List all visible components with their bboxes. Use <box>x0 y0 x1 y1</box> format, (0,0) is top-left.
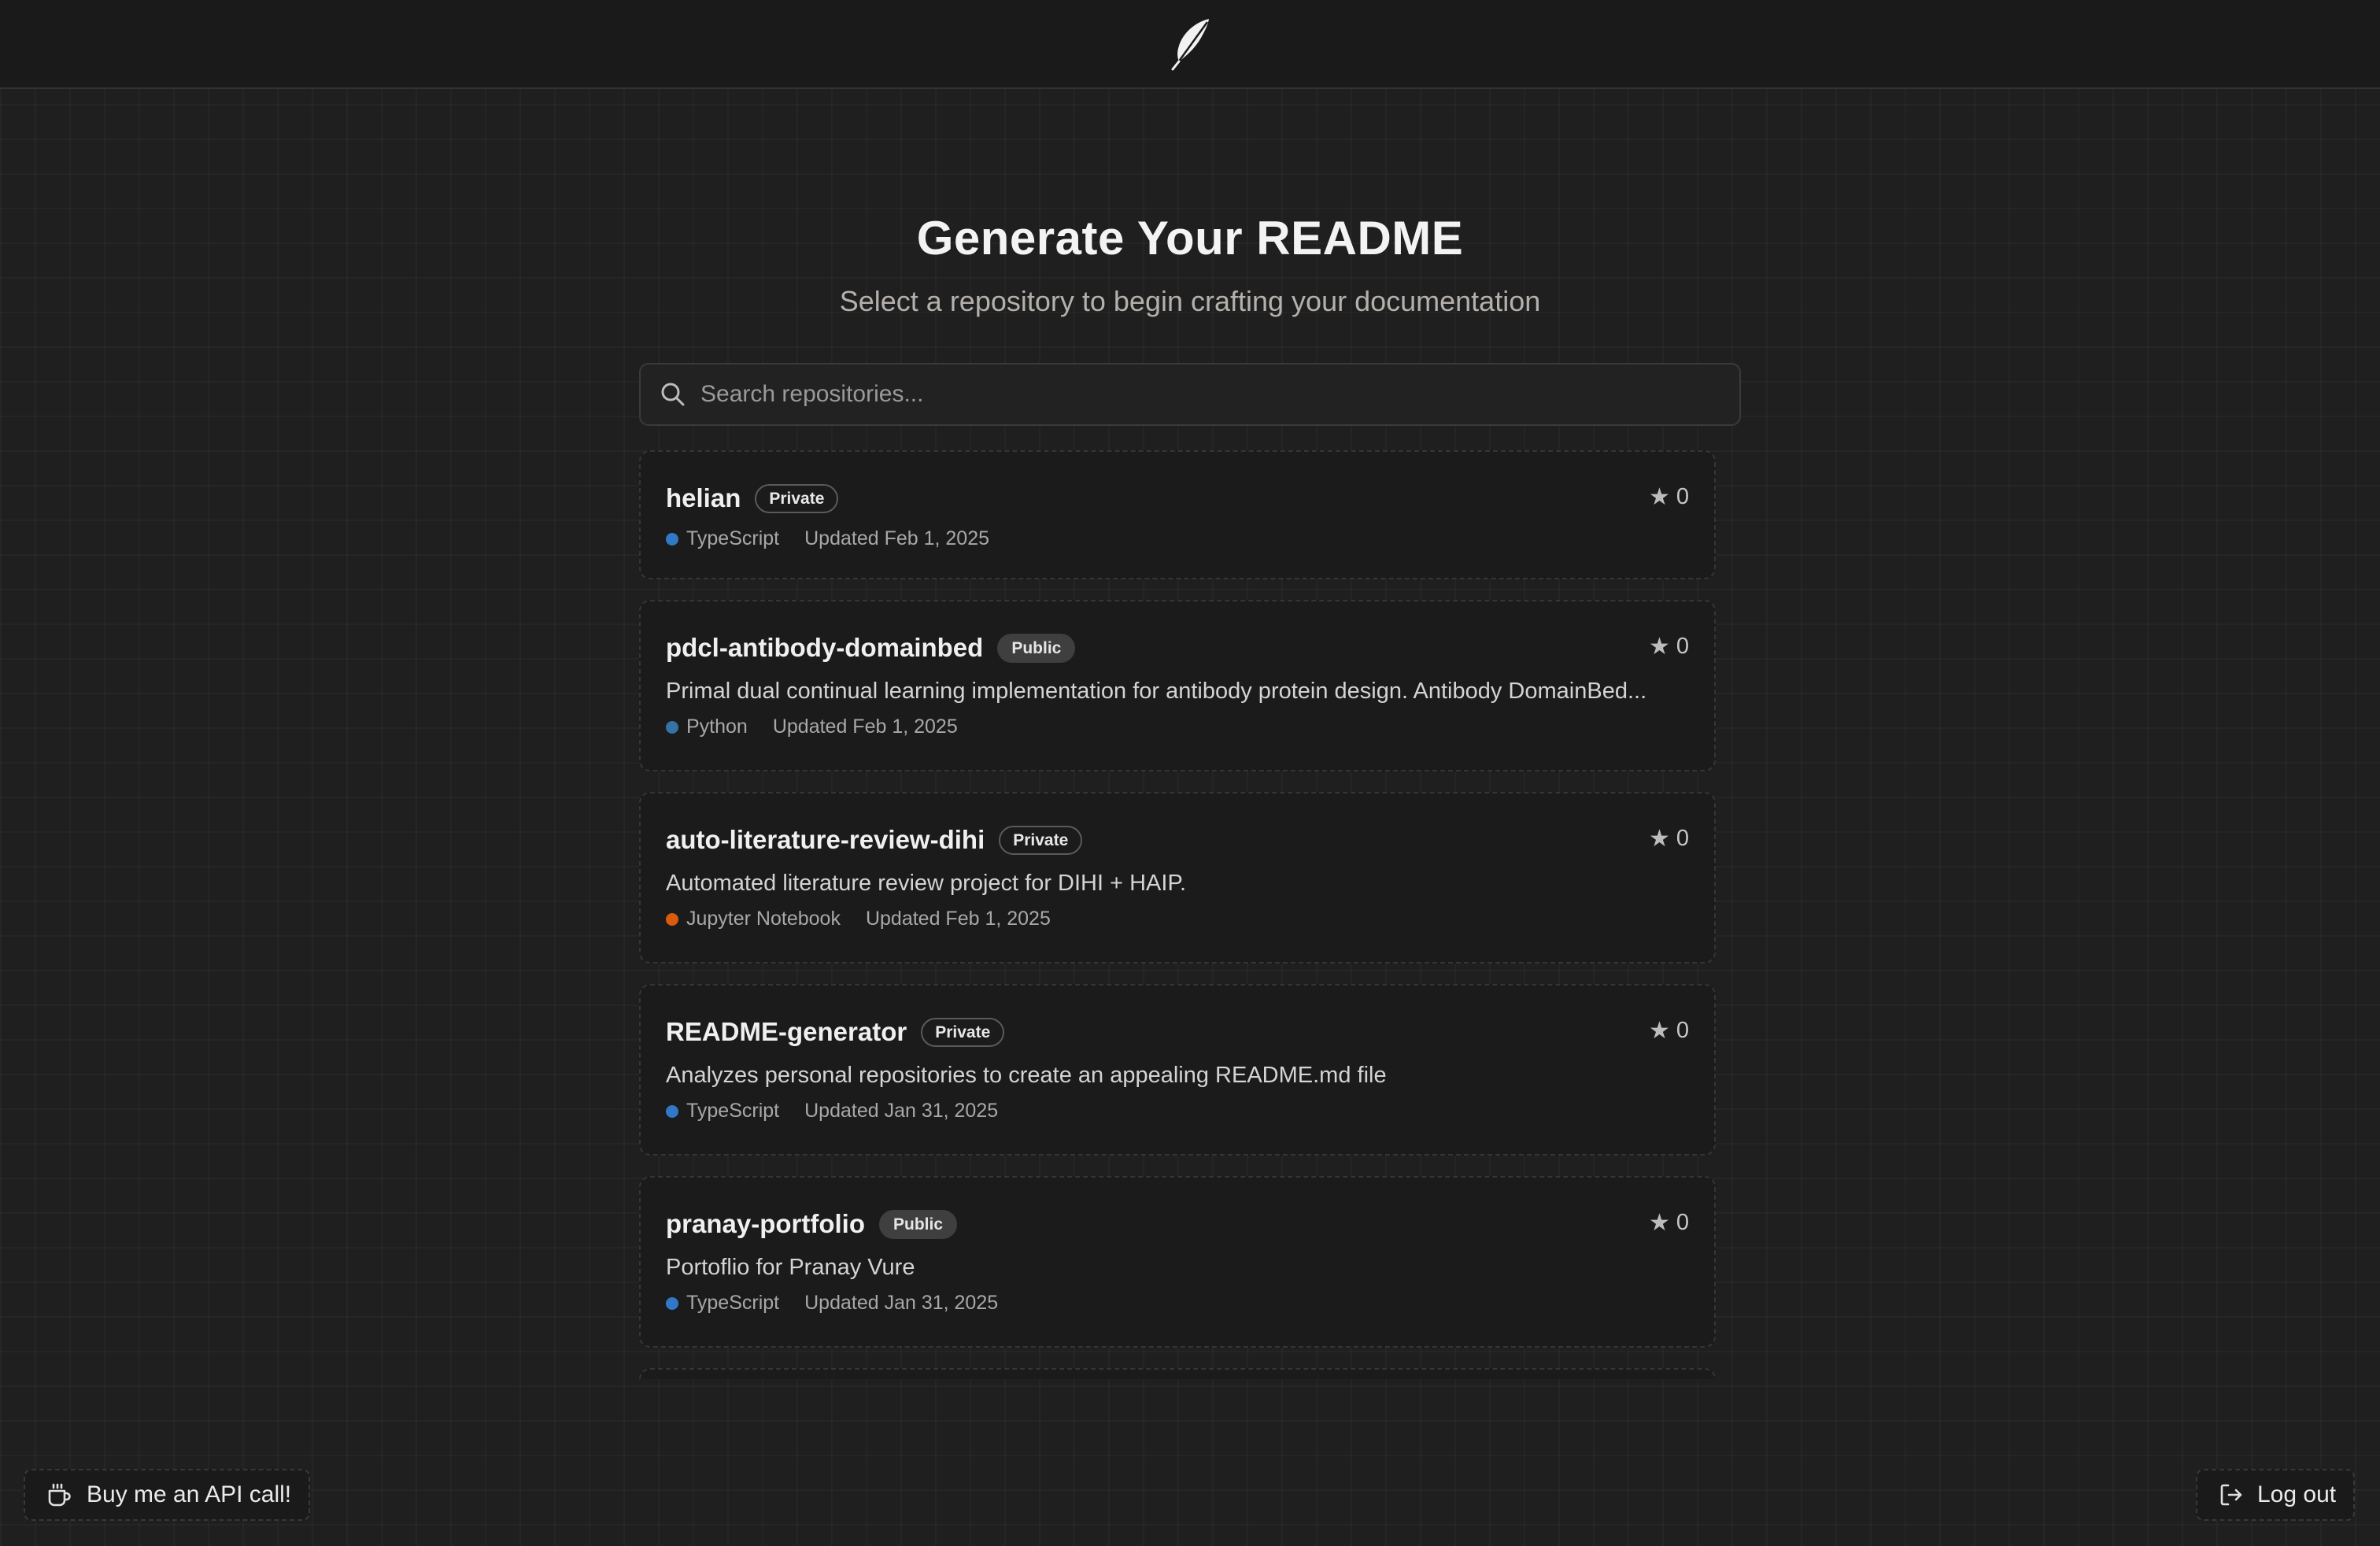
search-input[interactable] <box>700 364 1739 424</box>
language-dot <box>666 1296 678 1310</box>
repo-card[interactable] <box>639 1368 1716 1379</box>
repo-language: TypeScript <box>686 1292 780 1314</box>
logout-icon <box>2218 1481 2245 1508</box>
star-count-value: 0 <box>1676 826 1689 851</box>
repo-description: Portoflio for Pranay Vure <box>666 1255 915 1280</box>
star-count: ★ 0 <box>1649 483 1689 511</box>
logout-button[interactable]: Log out <box>2196 1469 2355 1521</box>
star-icon: ★ <box>1648 1210 1670 1236</box>
star-icon: ★ <box>1648 634 1670 660</box>
visibility-badge: Private <box>755 483 839 513</box>
repo-name[interactable]: pdcl-antibody-domainbed <box>666 633 983 663</box>
repo-updated: Updated Jan 31, 2025 <box>804 1100 999 1122</box>
repo-name[interactable]: README-generator <box>666 1017 907 1047</box>
visibility-badge: Public <box>879 1209 958 1239</box>
search-icon <box>660 381 686 408</box>
buy-button-label: Buy me an API call! <box>87 1481 292 1507</box>
page-title: Generate Your README <box>916 212 1464 264</box>
star-count-value: 0 <box>1676 634 1689 659</box>
search-box[interactable] <box>639 363 1741 426</box>
repo-card[interactable]: pranay-portfolio Public ★ 0 Portoflio for… <box>639 1176 1716 1348</box>
logout-button-label: Log out <box>2257 1481 2337 1507</box>
feather-icon[interactable] <box>1168 17 1212 71</box>
coffee-cup-icon <box>46 1481 72 1508</box>
repo-description: Automated literature review project for … <box>666 871 1187 896</box>
star-count-value: 0 <box>1676 1018 1689 1043</box>
star-icon: ★ <box>1648 484 1670 510</box>
buy-api-call-button[interactable]: Buy me an API call! <box>24 1469 310 1521</box>
repo-card[interactable]: pdcl-antibody-domainbed Public ★ 0 Primal… <box>639 600 1716 771</box>
star-count: ★ 0 <box>1649 825 1689 853</box>
repo-language: Jupyter Notebook <box>686 908 841 930</box>
visibility-badge: Private <box>921 1017 1005 1047</box>
repo-name[interactable]: helian <box>666 483 741 513</box>
repo-name[interactable]: pranay-portfolio <box>666 1209 865 1239</box>
repo-updated: Updated Jan 31, 2025 <box>804 1292 999 1314</box>
repo-updated: Updated Feb 1, 2025 <box>772 716 958 738</box>
repo-language: TypeScript <box>686 1100 780 1122</box>
language-dot <box>666 1104 678 1118</box>
page-subtitle: Select a repository to begin crafting yo… <box>839 285 1541 317</box>
repo-name[interactable]: auto-literature-review-dihi <box>666 825 985 855</box>
repo-card[interactable]: auto-literature-review-dihi Private ★ 0 A… <box>639 792 1716 963</box>
visibility-badge: Public <box>997 633 1076 663</box>
language-dot <box>666 720 678 734</box>
repo-updated: Updated Feb 1, 2025 <box>865 908 1051 930</box>
repository-list: helian Private ★ 0 TypeScript Updated Feb… <box>639 450 1716 1379</box>
star-count-value: 0 <box>1676 484 1689 509</box>
visibility-badge: Private <box>999 825 1083 855</box>
repo-card[interactable]: helian Private ★ 0 TypeScript Updated Feb… <box>639 450 1716 579</box>
repo-language: Python <box>686 716 748 738</box>
star-count: ★ 0 <box>1649 633 1689 660</box>
star-icon: ★ <box>1648 1018 1670 1044</box>
top-bar <box>0 0 2380 89</box>
repo-card[interactable]: README-generator Private ★ 0 Analyzes per… <box>639 984 1716 1156</box>
repo-description: Primal dual continual learning implement… <box>666 679 1647 704</box>
star-count: ★ 0 <box>1649 1017 1689 1045</box>
repo-description: Analyzes personal repositories to create… <box>666 1063 1387 1088</box>
repo-updated: Updated Feb 1, 2025 <box>804 527 990 549</box>
language-dot <box>666 912 678 926</box>
repo-language: TypeScript <box>686 527 780 549</box>
star-count: ★ 0 <box>1649 1209 1689 1237</box>
star-icon: ★ <box>1648 826 1670 852</box>
language-dot <box>666 532 678 546</box>
star-count-value: 0 <box>1676 1210 1689 1235</box>
